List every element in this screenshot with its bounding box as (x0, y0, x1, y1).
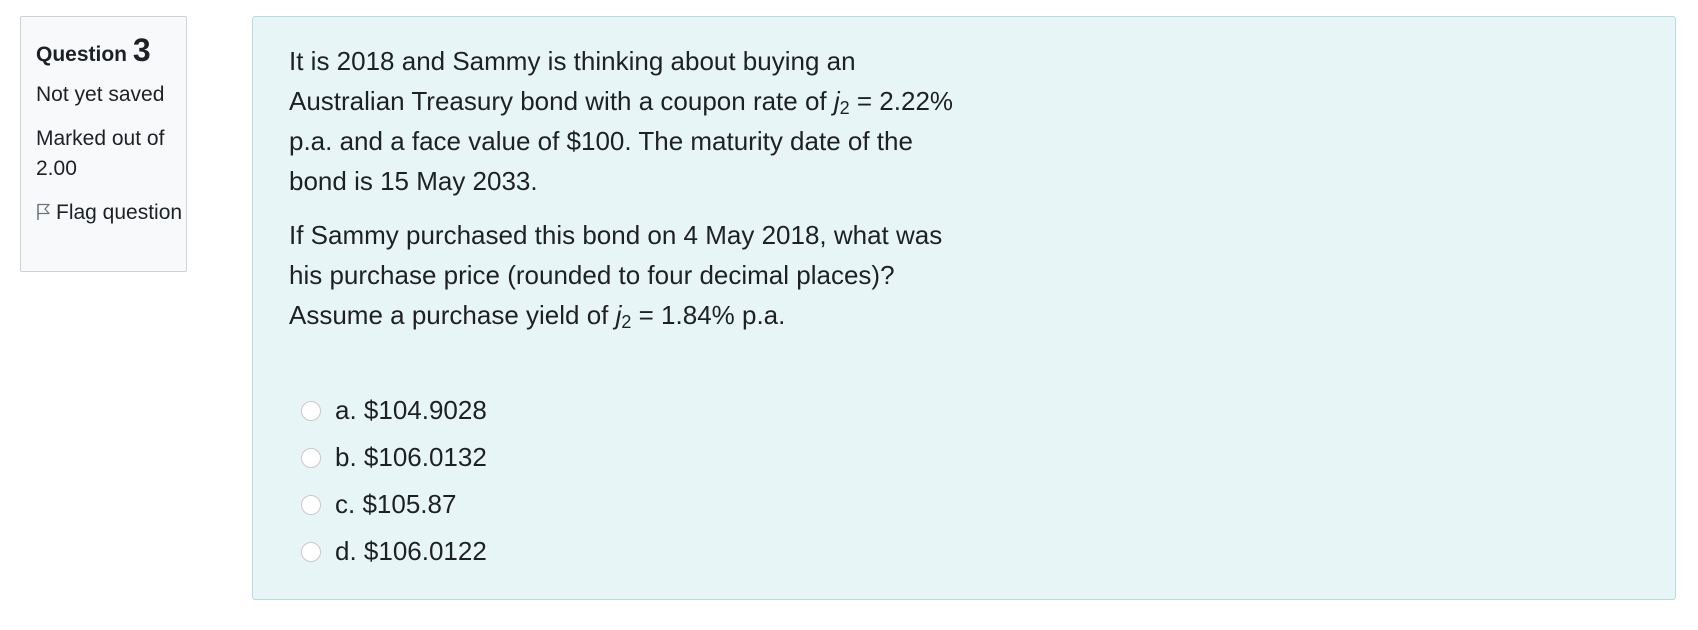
variable-subscript: 2 (621, 312, 632, 332)
answer-option-d[interactable]: d. $106.0122 (301, 528, 487, 575)
question-text-part: It is 2018 and Sammy is thinking about b… (289, 46, 856, 116)
question-text-part: = 1.84% p.a. (631, 300, 786, 330)
question-text: It is 2018 and Sammy is thinking about b… (289, 41, 969, 335)
question-label: Question (36, 43, 128, 66)
radio-button[interactable] (301, 400, 321, 421)
answer-label: d. $106.0122 (335, 536, 487, 566)
question-paragraph-2: If Sammy purchased this bond on 4 May 20… (289, 215, 969, 335)
question-number-heading: Question 3 (36, 31, 186, 74)
flag-question-link[interactable]: Flag question (36, 198, 186, 228)
answer-option-a[interactable]: a. $104.9028 (301, 387, 487, 434)
variable-subscript: 2 (839, 98, 850, 118)
answer-label: a. $104.9028 (335, 395, 487, 425)
question-paragraph-1: It is 2018 and Sammy is thinking about b… (289, 41, 969, 201)
question-info-panel: Question 3 Not yet saved Marked out of 2… (20, 16, 187, 272)
question-grade: Marked out of 2.00 (36, 127, 165, 180)
answer-options: a. $104.9028 b. $106.0132 c. $105.87 d. … (301, 387, 487, 575)
answer-option-b[interactable]: b. $106.0132 (301, 434, 487, 481)
radio-button[interactable] (301, 494, 321, 515)
radio-button[interactable] (301, 541, 321, 562)
radio-button[interactable] (301, 447, 321, 468)
answer-label: b. $106.0132 (335, 442, 487, 472)
question-content: It is 2018 and Sammy is thinking about b… (252, 16, 1676, 600)
flag-icon (37, 203, 50, 220)
question-state: Not yet saved (36, 83, 165, 106)
question-number: 3 (132, 32, 151, 68)
answer-label: c. $105.87 (335, 489, 457, 519)
flag-question-label: Flag question (56, 201, 183, 224)
answer-option-c[interactable]: c. $105.87 (301, 481, 487, 528)
